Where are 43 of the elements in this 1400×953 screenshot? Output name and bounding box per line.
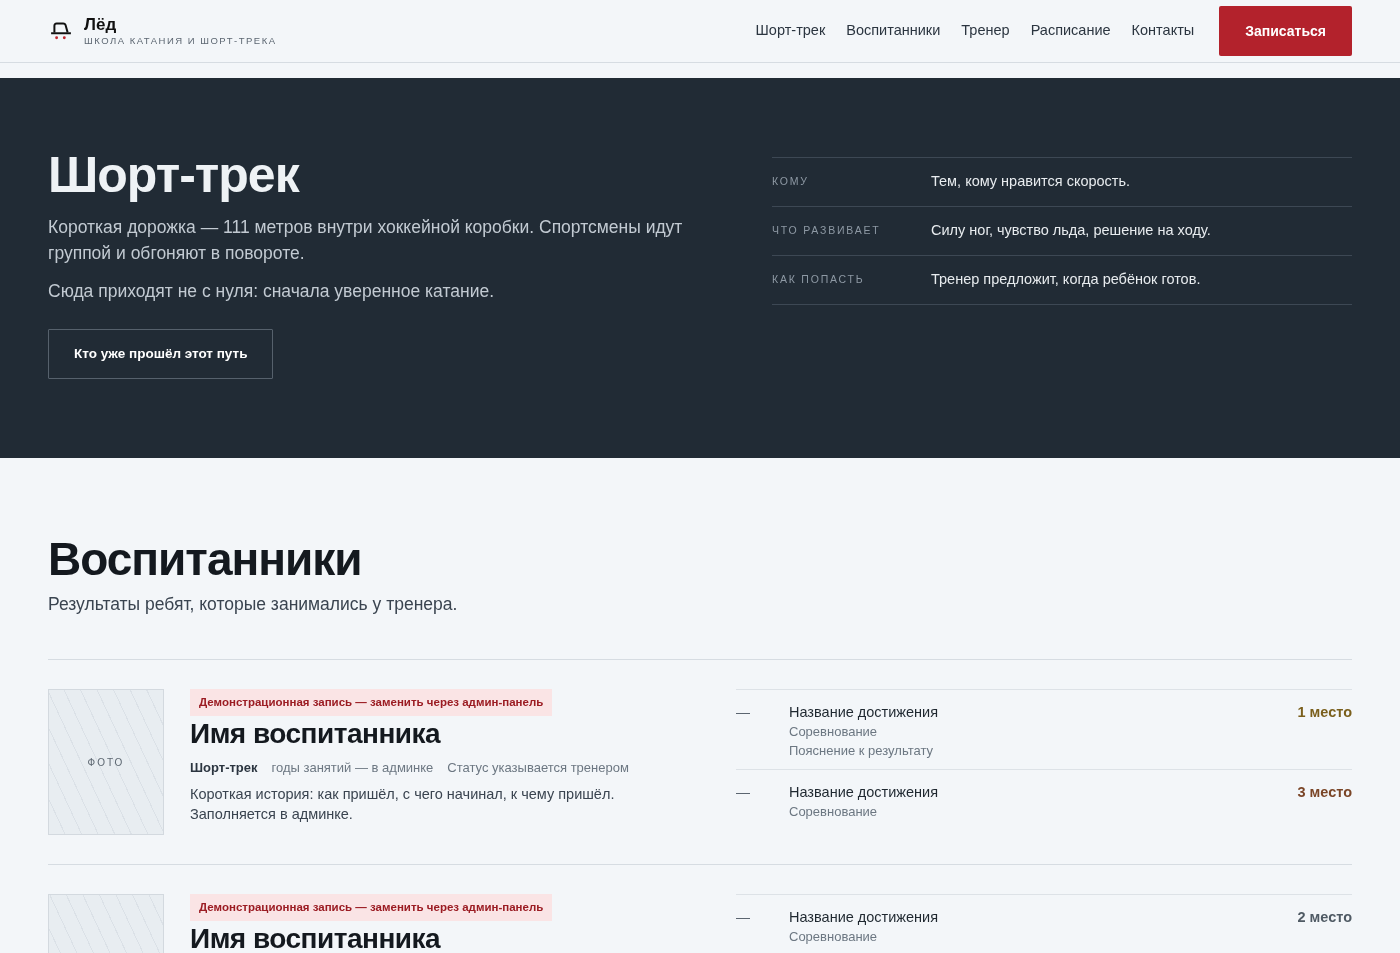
hero-text: Короткая дорожка — 111 метров внутри хоккейной коробки. Спортсмены идут группой и обгоняют в повороте.: [48, 216, 684, 265]
photo-label: ФОТО: [87, 755, 125, 770]
fact-label: КАК ПОПАСТЬ: [772, 272, 866, 288]
students-link-button[interactable]: Кто уже прошёл этот путь: [48, 329, 274, 379]
demo-notice: Демонстрационная запись — заменить через админ-панель: [190, 894, 553, 921]
list-marker: —: [736, 783, 751, 802]
nav-link[interactable]: Тренер: [961, 20, 1010, 42]
signup-button[interactable]: Записаться: [1219, 6, 1352, 56]
achievement-note: Пояснение к результату: [789, 742, 934, 760]
list-marker: —: [736, 703, 751, 722]
student-name: Имя воспитанника: [190, 720, 442, 748]
nav-link[interactable]: Воспитанники: [846, 20, 941, 42]
achievement-title: Название достижения: [789, 908, 940, 927]
achievement-place: 3 место: [1297, 783, 1352, 802]
achievement-competition: Соревнование: [789, 928, 879, 946]
fact-label: КОМУ: [772, 174, 810, 190]
student-years: годы занятий — в админке: [271, 759, 434, 777]
brand-name: Лёд: [84, 15, 118, 34]
fact-label: ЧТО РАЗВИВАЕТ: [772, 223, 882, 239]
achievement-competition: Соревнование: [789, 723, 879, 741]
brand-tagline: ШКОЛА КАТАНИЯ И ШОРТ-ТРЕКА: [84, 34, 277, 47]
nav-link[interactable]: Контакты: [1131, 20, 1195, 42]
hero-title: Шорт-трек: [48, 148, 301, 203]
nav-link[interactable]: Шорт-трек: [755, 20, 826, 42]
student-discipline: Шорт-трек: [190, 759, 258, 777]
student-name: Имя воспитанника: [190, 925, 442, 953]
logo-icon: [50, 21, 72, 41]
demo-notice: Демонстрационная запись — заменить через админ-панель: [190, 689, 553, 716]
achievement-title: Название достижения: [789, 703, 940, 722]
student-story: Короткая история: как пришёл, с чего начинал, к чему пришёл. Заполняется в админке.: [190, 785, 616, 824]
achievement-place: 2 место: [1297, 908, 1352, 927]
achievement-title: Название достижения: [789, 783, 940, 802]
nav-link[interactable]: Расписание: [1030, 20, 1111, 42]
fact-value: Тем, кому нравится скорость.: [931, 172, 1132, 192]
hero-text: Сюда приходят не с нуля: сначала уверенное катание.: [48, 280, 496, 303]
section-subtitle: Результаты ребят, которые занимались у тренера.: [48, 593, 459, 616]
section-title: Воспитанники: [48, 534, 363, 585]
fact-value: Силу ног, чувство льда, решение на ходу.: [931, 221, 1212, 241]
fact-value: Тренер предложит, когда ребёнок готов.: [931, 270, 1202, 290]
achievement-place: 1 место: [1297, 703, 1352, 722]
list-marker: —: [736, 908, 751, 927]
achievement-competition: Соревнование: [789, 803, 879, 821]
student-status: Статус указывается тренером: [447, 759, 629, 777]
